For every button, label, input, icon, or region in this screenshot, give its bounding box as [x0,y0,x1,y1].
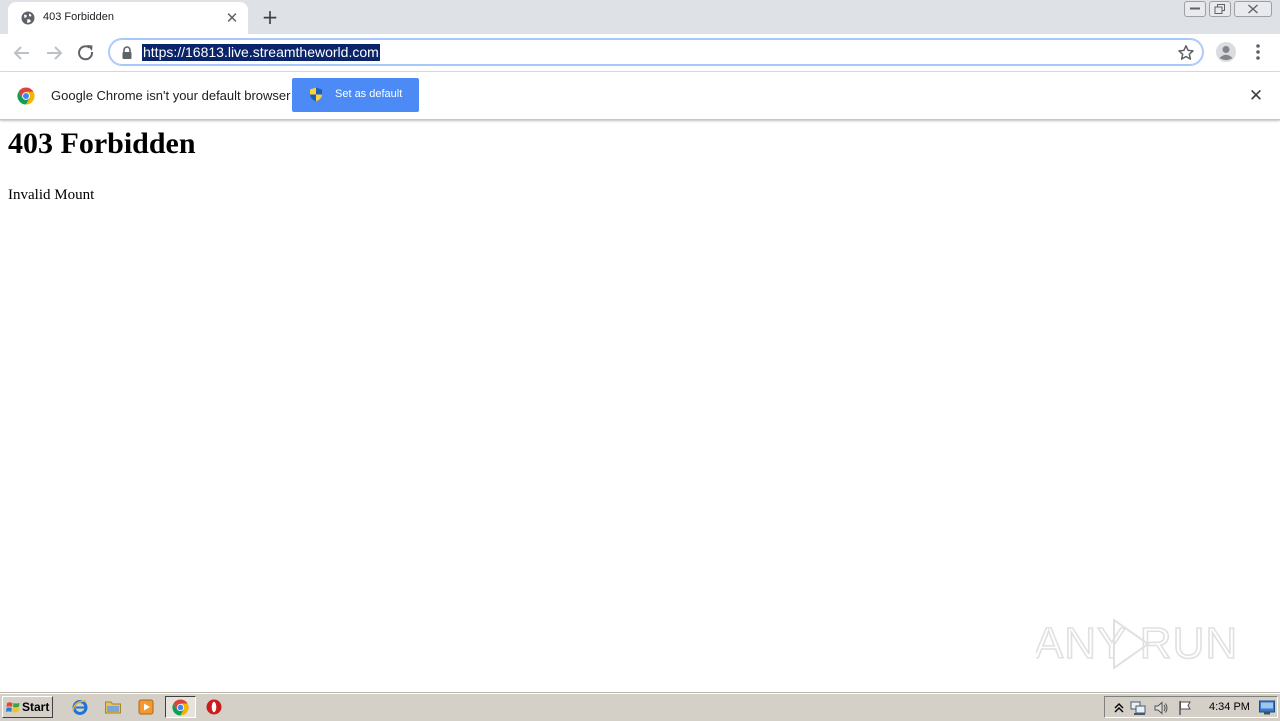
anyrun-watermark: ANY RUN [1036,618,1236,670]
set-as-default-label: Set as default [335,88,403,100]
minimize-button[interactable] [1184,1,1206,17]
reload-icon[interactable] [74,41,98,65]
opera-icon[interactable] [205,698,223,716]
infobar-message: Google Chrome isn't your default browser [51,88,291,103]
chrome-logo-icon [17,87,35,105]
page-heading: 403 Forbidden [8,127,196,160]
watermark-text: ANY RUN [1036,619,1236,668]
window-close-button[interactable] [1234,1,1272,17]
system-tray: 4:34 PM [1104,696,1278,718]
folder-icon[interactable] [104,698,122,716]
forward-arrow-icon[interactable] [42,41,66,65]
media-player-icon[interactable] [137,698,155,716]
restore-button[interactable] [1209,1,1231,17]
browser-toolbar: https://16813.live.streamtheworld.com [0,34,1280,72]
windows-logo-icon [6,702,20,713]
start-label: Start [22,700,50,714]
new-tab-icon[interactable]: + [258,6,282,28]
lock-icon[interactable] [121,46,133,60]
address-bar[interactable]: https://16813.live.streamtheworld.com [108,38,1204,66]
close-icon[interactable]: ✕ [1246,86,1266,106]
chevron-up-icon[interactable] [1111,700,1127,716]
kebab-menu-icon[interactable] [1248,41,1268,63]
chrome-taskbar-button[interactable] [165,696,196,718]
back-arrow-icon[interactable] [10,41,34,65]
taskbar: Start 4:34 PM [0,693,1280,721]
chrome-icon [172,699,189,716]
flag-icon[interactable] [1177,700,1193,716]
tab-strip: 403 Forbidden ✕ + [0,0,1280,34]
page-body-text: Invalid Mount [8,187,95,203]
tab-title: 403 Forbidden [43,11,114,23]
browser-tab[interactable]: 403 Forbidden ✕ [8,2,248,34]
clock[interactable]: 4:34 PM [1209,701,1250,713]
start-button[interactable]: Start [2,696,53,718]
uac-shield-icon [310,87,322,102]
ie-icon[interactable] [71,698,89,716]
set-as-default-button[interactable]: Set as default [292,78,419,112]
globe-icon [21,11,35,25]
profile-icon[interactable] [1215,41,1237,63]
star-icon[interactable] [1177,44,1195,62]
url-text[interactable]: https://16813.live.streamtheworld.com [142,44,380,61]
volume-icon[interactable] [1153,700,1169,716]
default-browser-infobar: Google Chrome isn't your default browser… [0,72,1280,120]
tab-close-icon[interactable]: ✕ [224,10,240,26]
show-desktop-icon[interactable] [1259,700,1275,715]
network-icon[interactable] [1130,700,1146,716]
